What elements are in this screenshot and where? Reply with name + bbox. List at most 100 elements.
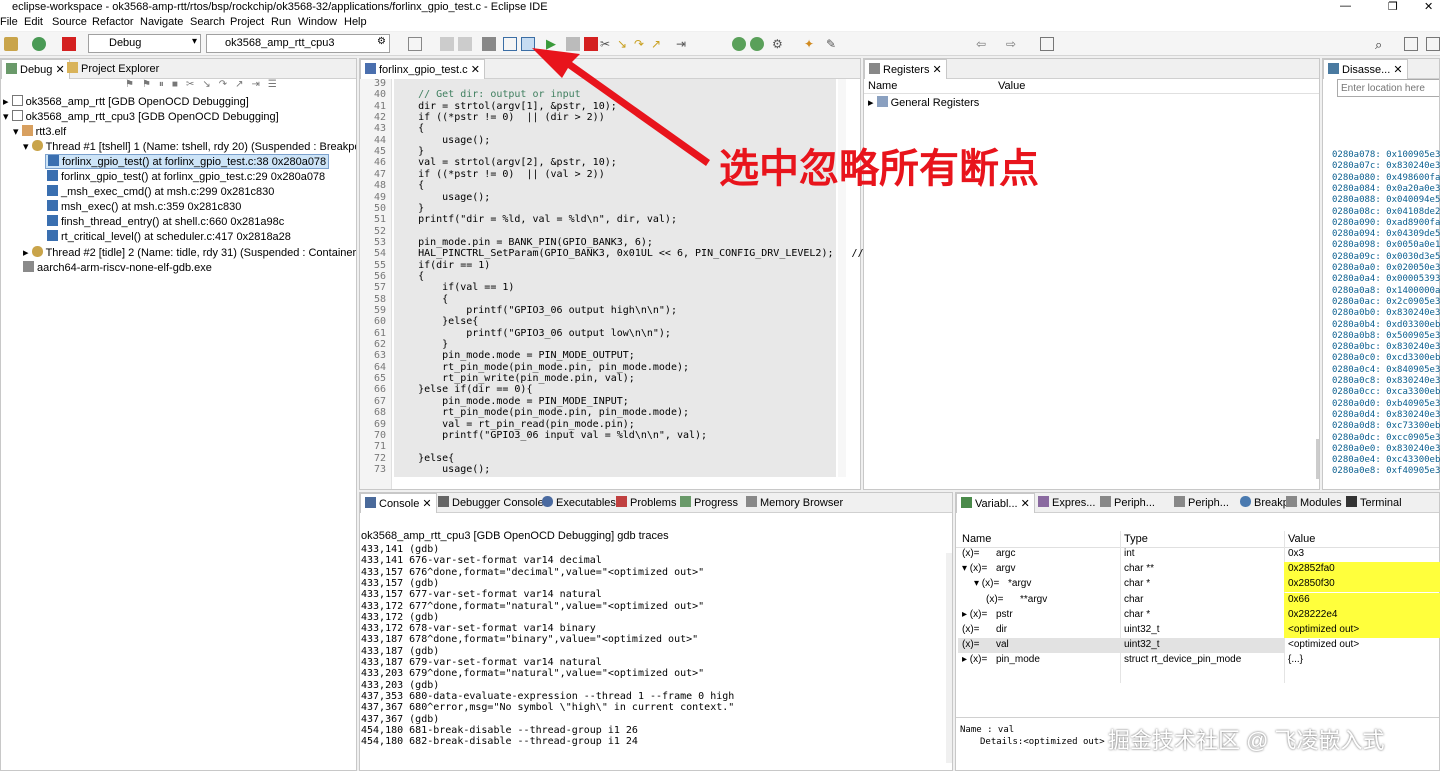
launch-mode-combo[interactable]: Debug ▾ (88, 34, 201, 53)
variable-row[interactable]: (x)= val uint32_t <optimized out> (958, 638, 1440, 653)
disassembly-row[interactable]: 0280a08c: 0x04108de2 (1332, 207, 1440, 217)
close-button[interactable]: ✕ (1424, 0, 1433, 13)
disassembly-row[interactable]: 0280a080: 0x498600fa (1332, 173, 1440, 183)
disassembly-row[interactable]: 0280a0d0: 0xb40905e3 (1332, 399, 1440, 409)
tab-disassembly[interactable]: Disasse... ✕ (1323, 59, 1408, 79)
code-line[interactable]: printf("GPIO3_06 output high\n\n"); (394, 305, 677, 316)
disassembly-row[interactable]: 0280a0e8: 0xf40905e3 (1332, 466, 1440, 476)
perspective-debug-icon[interactable] (1426, 37, 1440, 51)
stop-icon[interactable] (62, 37, 76, 51)
code-line[interactable]: if(dir == 1) (394, 260, 490, 271)
new-icon[interactable] (408, 37, 422, 51)
menu-window[interactable]: Window (298, 16, 337, 28)
tab-variables[interactable]: Variabl... ✕ (956, 493, 1035, 513)
disassembly-row[interactable]: 0280a0cc: 0xca3300eb (1332, 387, 1440, 397)
disassembly-row[interactable]: 0280a0b4: 0xd03300eb (1332, 320, 1440, 330)
code-line[interactable]: { (394, 294, 448, 305)
pin-editor-icon[interactable] (1040, 37, 1054, 51)
debug-icon[interactable] (32, 37, 46, 51)
disassembly-row[interactable]: 0280a0c0: 0xcd3300eb (1332, 353, 1440, 363)
code-line[interactable]: }else if(dir == 0){ (394, 384, 532, 395)
register-group[interactable]: ▸ General Registers (868, 96, 979, 109)
tab-memory-browser[interactable]: Memory Browser (742, 493, 847, 513)
location-input[interactable] (1337, 79, 1439, 97)
disassembly-row[interactable]: 0280a088: 0x040094e5 (1332, 195, 1440, 205)
tree-item[interactable]: rt_critical_level() at scheduler.c:417 0… (47, 230, 291, 243)
tree-item[interactable]: ▸ Thread #2 [tidle] 2 (Name: tidle, rdy … (23, 246, 356, 259)
code-line[interactable]: usage(); (394, 192, 490, 203)
menu-help[interactable]: Help (344, 16, 367, 28)
tab-problems[interactable]: Problems (612, 493, 680, 513)
registers-scrollbar[interactable] (1316, 439, 1319, 479)
tab-peripherals-1[interactable]: Periph... (1096, 493, 1159, 513)
disassembly-row[interactable]: 0280a078: 0x100905e3 (1332, 150, 1440, 160)
debug-view-toolbar[interactable]: ⚑⚑⏸■✂↘↷↗⇥☰ (125, 79, 355, 95)
disassembly-row[interactable]: 0280a0dc: 0xcc0905e3 (1332, 433, 1440, 443)
disassembly-row[interactable]: 0280a0b0: 0x830240e3 (1332, 308, 1440, 318)
disassembly-row[interactable]: 0280a0bc: 0x830240e3 (1332, 342, 1440, 352)
disassembly-row[interactable]: 0280a0b8: 0x500905e3 (1332, 331, 1440, 341)
disassembly-row[interactable]: 0280a09c: 0x0030d3e5 (1332, 252, 1440, 262)
disassembly-row[interactable]: 0280a098: 0x0050a0e1 (1332, 240, 1440, 250)
tree-item[interactable]: aarch64-arm-riscv-none-elf-gdb.exe (23, 261, 212, 274)
code-line[interactable]: printf("GPIO3_06 input val = %ld\n\n", v… (394, 430, 707, 441)
tree-item[interactable]: msh_exec() at msh.c:359 0x281c830 (47, 200, 241, 213)
menu-refactor[interactable]: Refactor (92, 16, 134, 28)
code-line[interactable]: HAL_PINCTRL_SetParam(GPIO_BANK3, 0x01UL … (394, 248, 870, 259)
tab-modules[interactable]: Modules (1282, 493, 1346, 513)
variable-row[interactable]: ▸ (x)= pstr char * 0x28222e4 (958, 608, 1440, 623)
save-icon[interactable] (440, 37, 454, 51)
tree-item[interactable]: ▾ rtt3.elf (13, 125, 66, 138)
code-line[interactable]: } (394, 203, 424, 214)
menu-source[interactable]: Source (52, 16, 87, 28)
disassembly-row[interactable]: 0280a07c: 0x830240e3 (1332, 161, 1440, 171)
variable-row[interactable]: ▸ (x)= pin_mode struct rt_device_pin_mode… (958, 653, 1440, 668)
tab-registers[interactable]: Registers ✕ (864, 59, 947, 79)
code-line[interactable]: printf("dir = %ld, val = %ld\n", dir, va… (394, 214, 677, 225)
print-icon[interactable] (482, 37, 496, 51)
disassembly-row[interactable]: 0280a084: 0x0a20a0e3 (1332, 184, 1440, 194)
code-line[interactable]: pin_mode.mode = PIN_MODE_INPUT; (394, 396, 629, 407)
disassembly-row[interactable]: 0280a0d8: 0xc73300eb (1332, 421, 1440, 431)
menu-edit[interactable]: Edit (24, 16, 43, 28)
disassembly-row[interactable]: 0280a0c8: 0x830240e3 (1332, 376, 1440, 386)
code-line[interactable]: rt_pin_mode(pin_mode.pin, pin_mode.mode)… (394, 362, 689, 373)
disassembly-row[interactable]: 0280a090: 0xad8900fa (1332, 218, 1440, 228)
code-line[interactable]: val = rt_pin_read(pin_mode.pin); (394, 419, 635, 430)
console-scrollbar[interactable] (946, 553, 952, 763)
tab-debugger-console[interactable]: Debugger Console (434, 493, 548, 513)
disassembly-row[interactable]: 0280a0e4: 0xc43300eb (1332, 455, 1440, 465)
tree-item[interactable]: ▸ ok3568_amp_rtt [GDB OpenOCD Debugging] (3, 95, 249, 108)
code-line[interactable]: }else{ (394, 316, 478, 327)
disassembly-row[interactable]: 0280a094: 0x04309de5 (1332, 229, 1440, 239)
launch-config-combo[interactable]: ok3568_amp_rtt_cpu3 ⚙ (206, 34, 390, 53)
tab-peripherals-2[interactable]: Periph... (1170, 493, 1233, 513)
tab-expressions[interactable]: Expres... (1034, 493, 1099, 513)
debug-run-icon[interactable] (732, 37, 746, 51)
tab-console[interactable]: Console ✕ (360, 493, 437, 513)
disassembly-row[interactable]: 0280a0a4: 0x00005393 (1332, 274, 1440, 284)
code-line[interactable]: rt_pin_write(pin_mode.pin, val); (394, 373, 635, 384)
menu-navigate[interactable]: Navigate (140, 16, 183, 28)
code-line[interactable]: { (394, 180, 424, 191)
search-tool-icon[interactable]: ✎ (826, 37, 840, 51)
variable-row[interactable]: ▾ (x)= *argv char * 0x2850f30 (958, 577, 1440, 592)
code-line[interactable]: }else{ (394, 453, 454, 464)
disassembly-row[interactable]: 0280a0c4: 0x840905e3 (1332, 365, 1440, 375)
code-line[interactable]: if(val == 1) (394, 282, 514, 293)
save-all-icon[interactable] (458, 37, 472, 51)
tree-item-selected-frame[interactable]: forlinx_gpio_test() at forlinx_gpio_test… (45, 154, 330, 169)
tab-project-explorer[interactable]: Project Explorer (63, 59, 163, 79)
run-icon[interactable] (750, 37, 764, 51)
disassembly-row[interactable]: 0280a0a0: 0x020050e3 (1332, 263, 1440, 273)
code-line[interactable]: usage(); (394, 135, 490, 146)
open-perspective-icon[interactable] (1404, 37, 1418, 51)
tab-executables[interactable]: Executables (538, 493, 620, 513)
build-icon[interactable] (4, 37, 18, 51)
search-icon[interactable]: ⌕ (1375, 37, 1389, 52)
open-type-icon[interactable]: ✦ (804, 37, 818, 51)
forward-icon[interactable]: ⇨ (1006, 37, 1020, 51)
tab-terminal[interactable]: Terminal (1342, 493, 1406, 513)
code-line[interactable]: pin_mode.mode = PIN_MODE_OUTPUT; (394, 350, 635, 361)
menu-search[interactable]: Search (190, 16, 225, 28)
